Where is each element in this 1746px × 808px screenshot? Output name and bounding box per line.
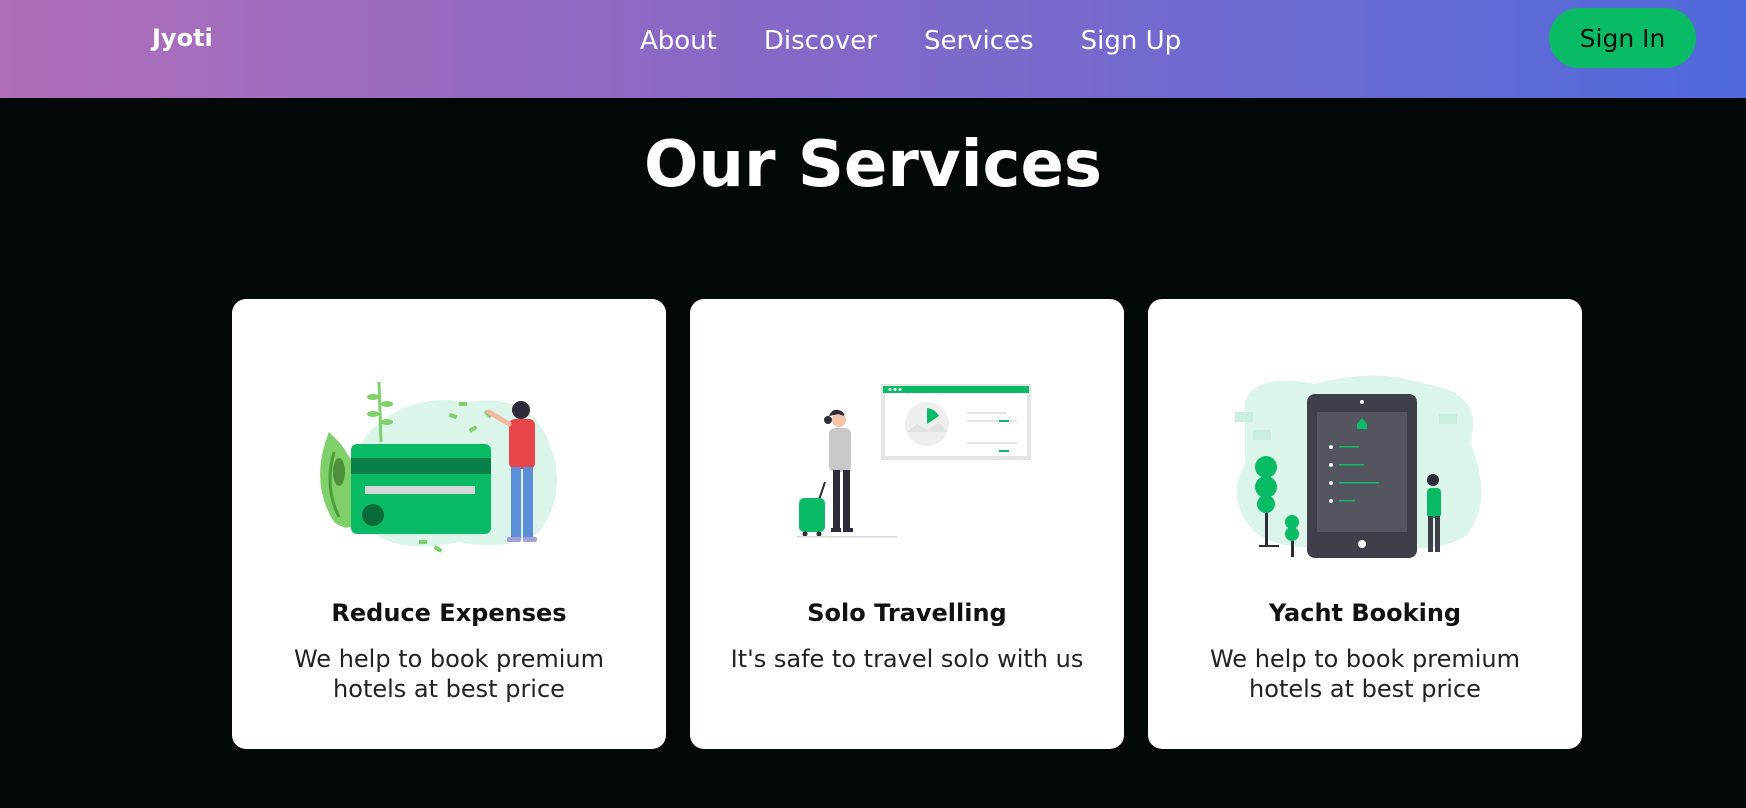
tablet-booking-illustration <box>1235 375 1482 558</box>
logo[interactable]: Jyoti <box>152 24 213 52</box>
card-text: We help to book premium hotels at best p… <box>293 645 605 703</box>
nav-link-discover[interactable]: Discover <box>764 26 877 56</box>
card-title: Yacht Booking <box>1268 599 1462 627</box>
nav-links: About Discover Services Sign Up <box>640 26 1181 56</box>
card-title: Reduce Expenses <box>331 599 567 627</box>
nav-link-services[interactable]: Services <box>924 26 1034 56</box>
nav-link-about[interactable]: About <box>640 26 717 56</box>
credit-card-money-illustration <box>320 381 557 553</box>
navbar: Jyoti About Discover Services Sign Up Si… <box>0 0 1746 98</box>
nav-link-sign-up[interactable]: Sign Up <box>1081 26 1182 56</box>
card-text: It's safe to travel solo with us <box>730 645 1084 673</box>
section-title: Our Services <box>644 128 1102 202</box>
card-title: Solo Travelling <box>807 599 1007 627</box>
service-card-yacht-booking: Yacht Booking We help to book premium ho… <box>1148 299 1582 749</box>
traveler-with-suitcase-illustration <box>797 384 1031 538</box>
service-card-solo-travelling: Solo Travelling It's safe to travel solo… <box>690 299 1124 749</box>
card-text: We help to book premium hotels at best p… <box>1209 645 1521 703</box>
sign-in-button[interactable]: Sign In <box>1549 8 1696 68</box>
service-card-reduce-expenses: Reduce Expenses We help to book premium … <box>232 299 666 749</box>
